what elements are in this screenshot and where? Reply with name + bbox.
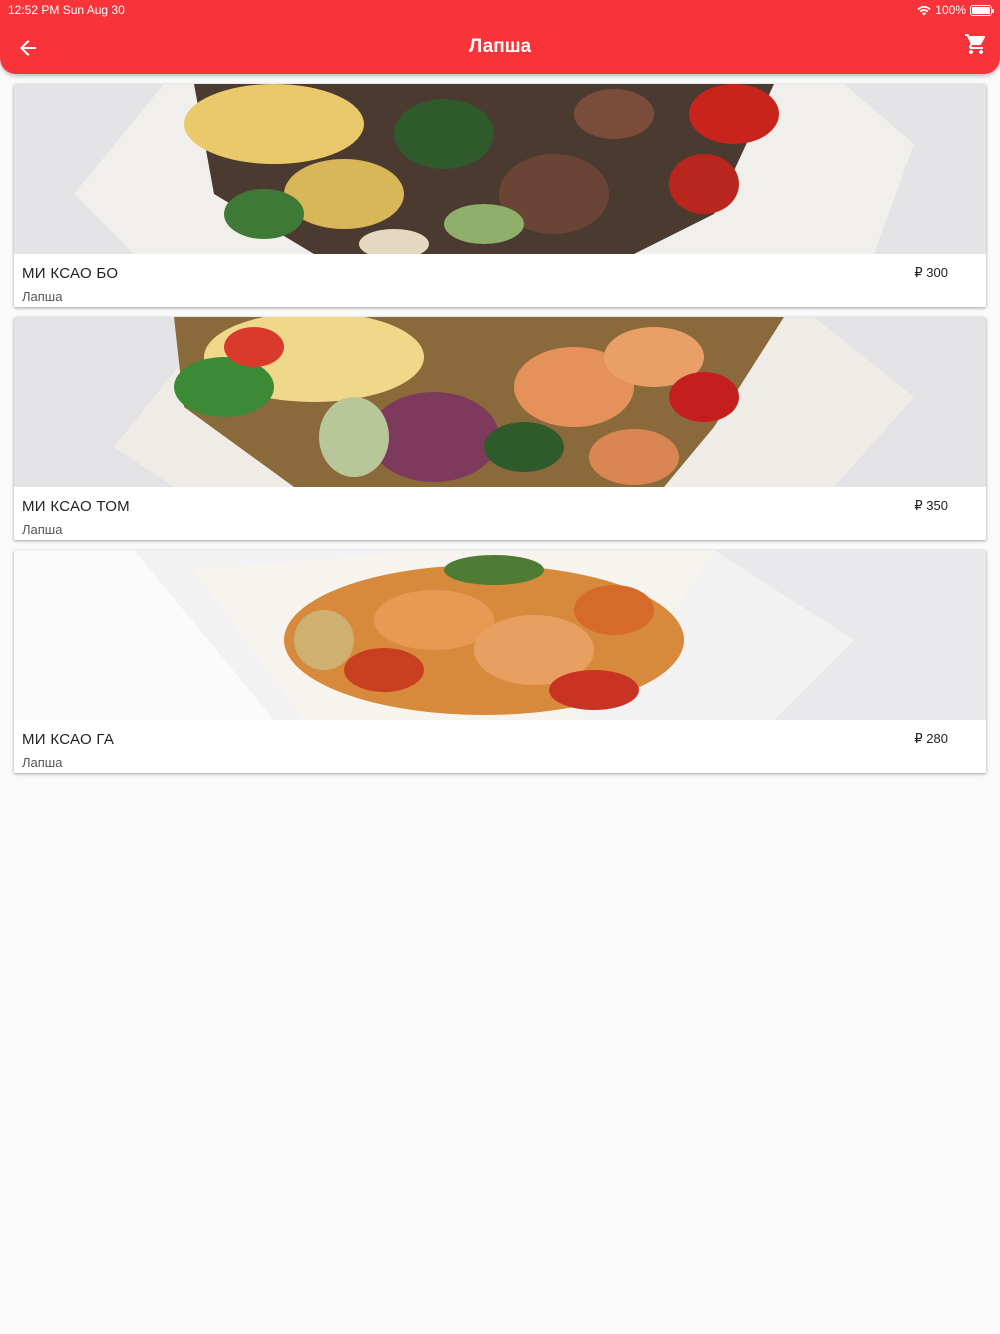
product-image <box>14 84 986 254</box>
product-price: ₽ 350 <box>914 498 948 513</box>
status-indicators: 100% <box>917 3 994 17</box>
product-card[interactable]: МИ КСАО БО Лапша ₽ 300 <box>14 84 986 307</box>
battery-percent: 100% <box>935 3 966 17</box>
wifi-icon <box>917 5 931 15</box>
product-name: МИ КСАО ГА <box>22 731 115 748</box>
page-title: Лапша <box>468 36 532 57</box>
product-price: ₽ 280 <box>914 731 948 746</box>
battery-icon <box>970 4 994 16</box>
product-image <box>14 317 986 487</box>
product-name: МИ КСАО ТОМ <box>22 498 130 515</box>
product-category: Лапша <box>22 522 63 537</box>
product-image <box>14 550 986 720</box>
product-name: МИ КСАО БО <box>22 265 119 282</box>
product-list: МИ КСАО БО Лапша ₽ 300 МИ КСАО ТОМ Лапша… <box>14 84 986 783</box>
product-card[interactable]: МИ КСАО ТОМ Лапша ₽ 350 <box>14 317 986 540</box>
product-category: Лапша <box>22 755 63 770</box>
app-bar: 12:52 PM Sun Aug 30 100% Лапша <box>0 0 1000 74</box>
product-card[interactable]: МИ КСАО ГА Лапша ₽ 280 <box>14 550 986 773</box>
status-time: 12:52 PM Sun Aug 30 <box>8 3 125 17</box>
product-category: Лапша <box>22 289 63 304</box>
shopping-cart-icon[interactable] <box>964 32 988 56</box>
product-price: ₽ 300 <box>914 265 948 280</box>
